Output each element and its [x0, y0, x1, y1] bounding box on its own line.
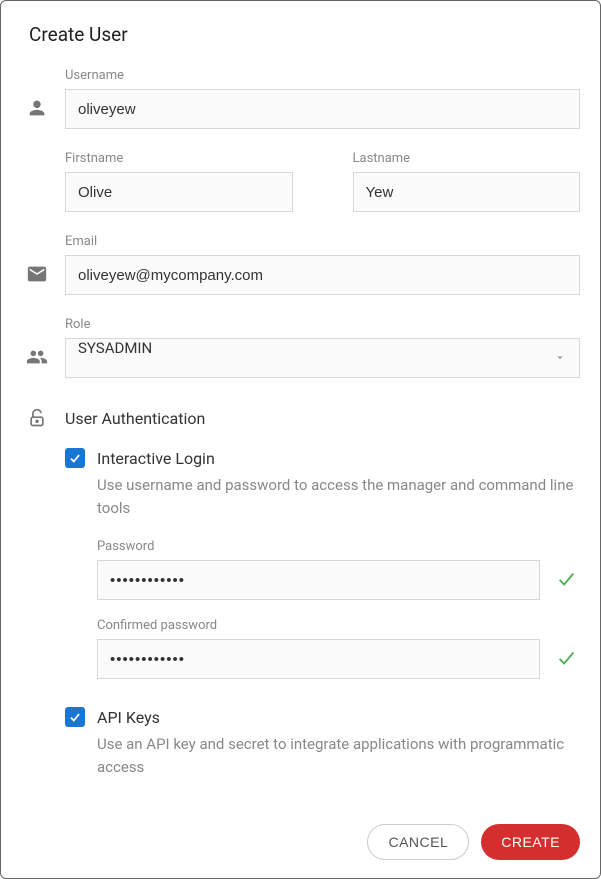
username-row: Username	[21, 68, 580, 129]
mail-icon	[21, 263, 53, 295]
lock-open-icon	[21, 408, 53, 428]
check-icon	[552, 568, 580, 600]
name-row-wrapper: Firstname Lastname	[21, 151, 580, 212]
confirm-password-label: Confirmed password	[97, 618, 540, 633]
password-input[interactable]	[97, 560, 540, 600]
role-row: Role SYSADMIN	[21, 317, 580, 378]
group-icon	[21, 346, 53, 378]
api-keys-checkbox[interactable]	[65, 707, 85, 727]
email-row: Email	[21, 234, 580, 295]
interactive-login-desc: Use username and password to access the …	[97, 474, 580, 519]
role-select[interactable]: SYSADMIN	[65, 338, 580, 378]
dialog-title: Create User	[29, 23, 580, 46]
interactive-login-label: Interactive Login	[97, 449, 215, 468]
api-keys-block: API Keys Use an API key and secret to in…	[65, 707, 580, 778]
create-user-dialog: Create User Username Firstname Lastname	[0, 0, 601, 879]
firstname-input[interactable]	[65, 172, 293, 212]
auth-section-title: User Authentication	[65, 409, 205, 428]
person-icon	[21, 97, 53, 129]
api-keys-label: API Keys	[97, 708, 160, 727]
email-input[interactable]	[65, 255, 580, 295]
lastname-label: Lastname	[353, 151, 581, 166]
confirm-password-block: Confirmed password	[97, 618, 580, 679]
interactive-login-block: Interactive Login Use username and passw…	[65, 448, 580, 519]
create-button[interactable]: CREATE	[481, 824, 580, 860]
username-label: Username	[65, 68, 580, 83]
email-label: Email	[65, 234, 580, 249]
dialog-footer: CANCEL CREATE	[367, 824, 580, 860]
firstname-label: Firstname	[65, 151, 293, 166]
password-label: Password	[97, 539, 540, 554]
cancel-button[interactable]: CANCEL	[367, 824, 469, 860]
auth-section-header: User Authentication	[21, 408, 580, 428]
username-input[interactable]	[65, 89, 580, 129]
confirm-password-input[interactable]	[97, 639, 540, 679]
role-label: Role	[65, 317, 580, 332]
lastname-input[interactable]	[353, 172, 581, 212]
api-keys-desc: Use an API key and secret to integrate a…	[97, 733, 580, 778]
interactive-login-checkbox[interactable]	[65, 448, 85, 468]
check-icon	[552, 647, 580, 679]
password-block: Password	[97, 539, 580, 600]
